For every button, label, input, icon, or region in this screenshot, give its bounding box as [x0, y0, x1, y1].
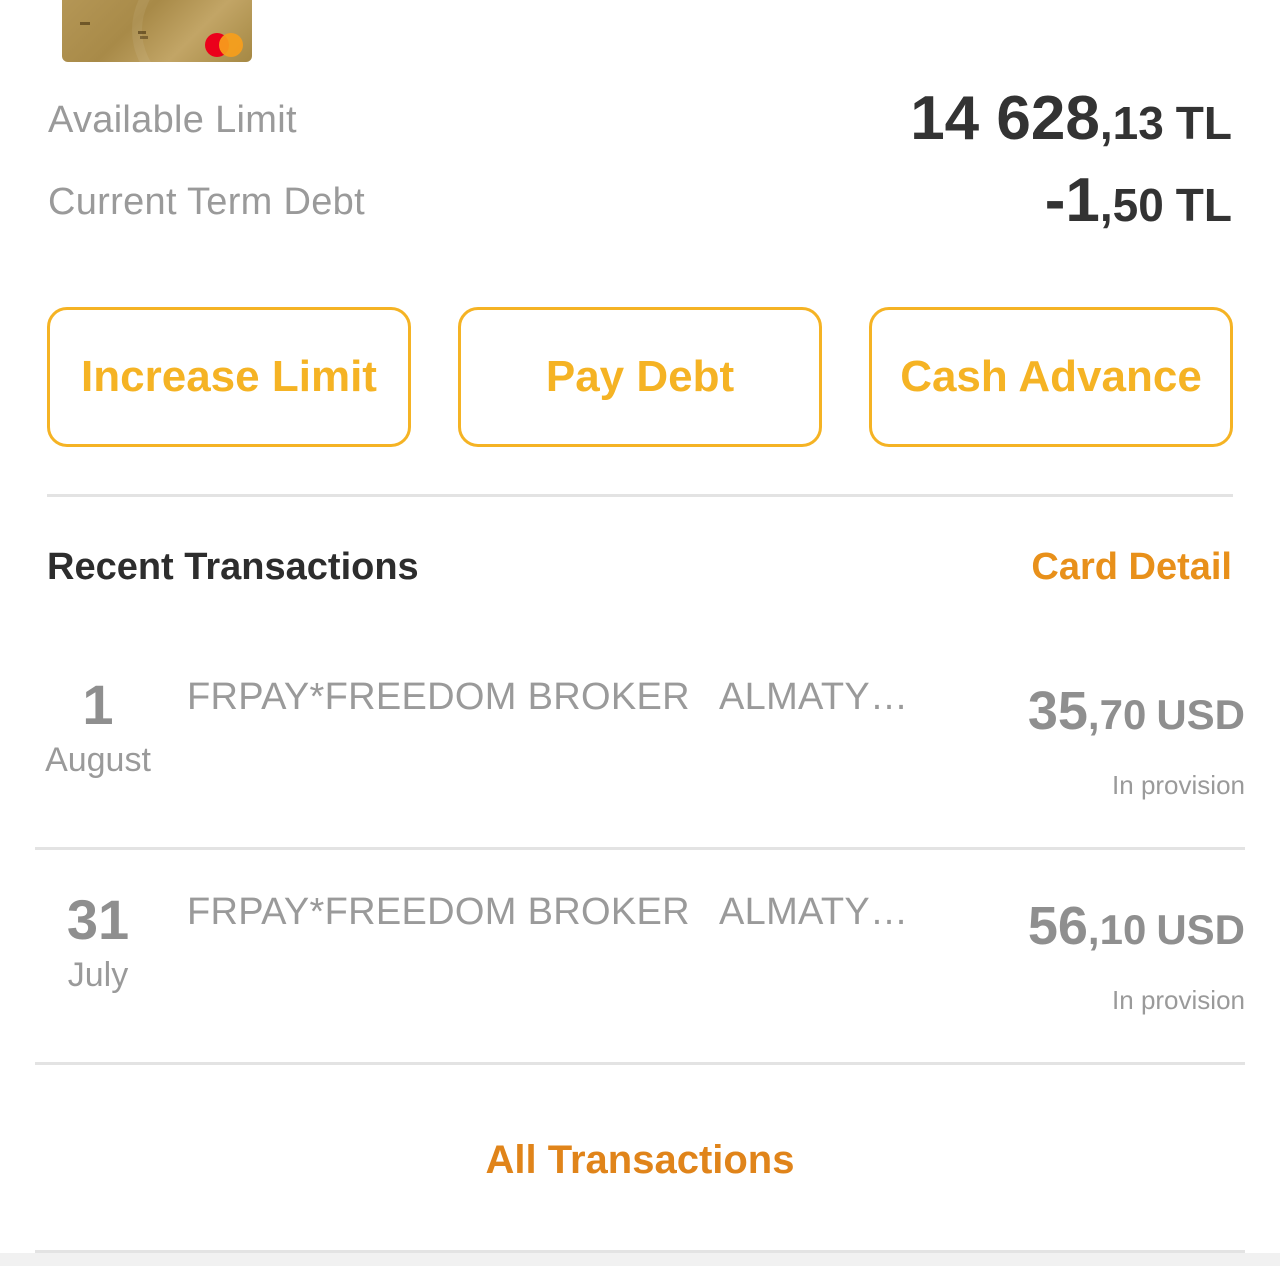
- divider: [47, 494, 1233, 497]
- amount-currency: TL: [1175, 97, 1232, 149]
- card-detail-link[interactable]: Card Detail: [1031, 546, 1232, 589]
- cash-advance-button[interactable]: Cash Advance: [869, 307, 1233, 447]
- transaction-day: 1: [82, 673, 114, 736]
- transaction-date: 31 July: [35, 885, 161, 995]
- available-limit-label: Available Limit: [48, 99, 297, 141]
- amount-integer: -1: [1044, 166, 1100, 235]
- recent-transactions-header: Recent Transactions Card Detail: [47, 540, 1232, 600]
- divider: [35, 847, 1245, 850]
- card-actions: Increase Limit Pay Debt Cash Advance: [47, 307, 1233, 451]
- card-print-mark: [140, 36, 148, 39]
- amount-decimal: ,70: [1087, 691, 1147, 738]
- transaction-amount: 56,10 USD: [1028, 895, 1245, 957]
- transaction-city: ALMATY…: [719, 676, 909, 718]
- amount-integer: 35: [1027, 681, 1088, 741]
- amount-integer: 14 628: [910, 84, 1100, 153]
- current-term-debt-row: Current Term Debt -1,50 TL: [48, 166, 1232, 240]
- divider: [35, 1062, 1245, 1065]
- credit-card-image[interactable]: [62, 0, 252, 62]
- current-term-debt-label: Current Term Debt: [48, 181, 365, 223]
- transaction-merchant: FRPAY*FREEDOM BROKER: [187, 676, 690, 718]
- transaction-date: 1 August: [35, 670, 161, 780]
- bottom-background: [0, 1253, 1280, 1266]
- amount-currency: USD: [1156, 691, 1245, 738]
- amount-integer: 56: [1027, 896, 1088, 956]
- transaction-day: 31: [66, 888, 130, 951]
- transaction-status: In provision: [1112, 770, 1245, 800]
- amount-currency: USD: [1156, 906, 1245, 953]
- card-print-mark: [80, 22, 90, 25]
- pay-debt-button[interactable]: Pay Debt: [458, 307, 822, 447]
- available-limit-row: Available Limit 14 628,13 TL: [48, 84, 1232, 158]
- amount-currency: TL: [1175, 179, 1232, 231]
- amount-decimal: ,50: [1099, 179, 1164, 231]
- all-transactions-link[interactable]: All Transactions: [0, 1138, 1280, 1183]
- current-term-debt-amount: -1,50 TL: [1045, 165, 1232, 236]
- card-print-mark: [138, 31, 146, 34]
- increase-limit-button[interactable]: Increase Limit: [47, 307, 411, 447]
- mastercard-logo-icon: [205, 32, 247, 58]
- transaction-merchant: FRPAY*FREEDOM BROKER: [187, 891, 690, 933]
- available-limit-amount: 14 628,13 TL: [910, 83, 1232, 154]
- transaction-status: In provision: [1112, 985, 1245, 1015]
- transaction-month: August: [45, 741, 151, 779]
- transaction-row[interactable]: 1 August FRPAY*FREEDOM BROKER ALMATY… 35…: [35, 660, 1245, 860]
- transaction-amount: 35,70 USD: [1028, 680, 1245, 742]
- amount-decimal: ,13: [1099, 97, 1164, 149]
- amount-decimal: ,10: [1087, 906, 1147, 953]
- transaction-month: July: [67, 956, 129, 994]
- mastercard-orange-circle: [219, 33, 243, 57]
- recent-transactions-title: Recent Transactions: [47, 546, 419, 588]
- transaction-row[interactable]: 31 July FRPAY*FREEDOM BROKER ALMATY… 56,…: [35, 875, 1245, 1075]
- transaction-city: ALMATY…: [719, 891, 909, 933]
